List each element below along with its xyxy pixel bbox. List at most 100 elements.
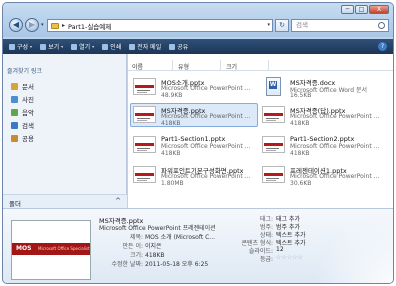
file-type: Microsoft Office PowerPoint ... [290, 143, 380, 150]
column-header-size[interactable]: 크기 [226, 62, 237, 71]
file-size: 418KB [290, 150, 310, 157]
search-icon[interactable] [378, 22, 385, 29]
nav-item-music[interactable]: 음악 [11, 107, 34, 117]
public-icon [11, 134, 18, 142]
folders-toggle[interactable]: 폴더 ^ [3, 194, 127, 208]
folder-icon [51, 22, 59, 29]
column-headers: 이름 유형 크기 [128, 60, 393, 71]
views-button[interactable]: 보기 ▾ [40, 42, 63, 51]
details-key: 수정한 날짜: [111, 261, 143, 268]
nav-item-label: 공용 [22, 135, 34, 143]
open-label: 열기 [79, 44, 91, 51]
back-button[interactable]: ◀ [9, 18, 23, 32]
open-button[interactable]: 열기 ▾ [71, 42, 94, 51]
folders-label: 폴더 [9, 200, 21, 208]
column-divider[interactable] [220, 60, 221, 71]
file-tile[interactable]: W MS자격증.docx Microsoft Office Word 문서 16… [259, 75, 387, 99]
file-tile[interactable]: Part1-Section1.pptx Microsoft Office Pow… [130, 133, 258, 157]
file-tile[interactable]: MS자격증(답).pptx Microsoft Office PowerPoin… [259, 103, 387, 127]
explorer-window: ─ □ X ◀ ▶ ▾ ▸ Part1-실습예제 ▾ ↻ 검색 구성 ▾ 보기 … [2, 2, 394, 284]
file-tile[interactable]: MOS소개.pptx Microsoft Office PowerPoint .… [130, 75, 258, 99]
breadcrumb-current-folder[interactable]: Part1-실습예제 [68, 21, 111, 31]
file-type: Microsoft Office PowerPoint ... [161, 85, 251, 92]
email-button[interactable]: 전자 메일 [129, 42, 161, 51]
details-title-field[interactable]: 제목: MOS 소개 (Microsoft C... [99, 232, 215, 241]
details-size-field: 크기: 418KB [99, 250, 165, 259]
share-label: 공유 [177, 44, 189, 51]
organize-button[interactable]: 구성 ▾ [9, 42, 32, 51]
nav-item-pictures[interactable]: 사진 [11, 94, 34, 104]
file-tile-selected[interactable]: MS자격증.pptx Microsoft Office PowerPoint .… [130, 103, 258, 127]
open-icon [71, 43, 78, 50]
organize-icon [9, 43, 15, 50]
chevron-up-icon: ^ [115, 197, 121, 205]
minimize-button[interactable]: ─ [341, 5, 354, 14]
pictures-icon [11, 95, 18, 103]
chevron-down-icon: ▾ [92, 44, 95, 49]
column-divider[interactable] [172, 60, 173, 71]
email-icon [129, 43, 136, 50]
word-document-icon: W [266, 77, 281, 96]
close-button[interactable]: X [369, 5, 389, 14]
email-label: 전자 메일 [137, 44, 162, 51]
chevron-down-icon: ▾ [61, 44, 64, 49]
preview-subtitle: Microsoft Office Specialist [38, 246, 90, 251]
details-slides-value: 12 [276, 246, 284, 253]
nav-item-searches[interactable]: 검색 [11, 120, 34, 130]
rating-stars-icon[interactable]: ☆☆☆☆☆ [276, 254, 303, 261]
maximize-button[interactable]: □ [355, 5, 368, 14]
organize-label: 구성 [17, 44, 29, 51]
file-size: 418KB [161, 150, 181, 157]
forward-button[interactable]: ▶ [25, 18, 39, 32]
print-icon [102, 43, 109, 50]
address-history-dropdown-icon[interactable]: ▾ [267, 22, 270, 28]
search-placeholder: 검색 [296, 21, 308, 29]
address-bar[interactable]: ▸ Part1-실습예제 ▾ [47, 19, 273, 32]
details-value: MOS 소개 (Microsoft C... [145, 234, 216, 241]
window-controls: ─ □ X [341, 5, 389, 14]
music-icon [11, 108, 18, 116]
column-header-type[interactable]: 유형 [178, 62, 189, 71]
file-size: 418KB [161, 120, 181, 127]
navigation-pane: 즐겨찾기 링크 문서 사진 음악 검색 공용 폴더 ^ [3, 54, 127, 208]
nav-item-label: 검색 [22, 122, 34, 130]
file-tile[interactable]: 프레젠테이션1.pptx Microsoft Office PowerPoint… [259, 163, 387, 187]
nav-item-documents[interactable]: 문서 [11, 81, 34, 91]
search-input[interactable]: 검색 [291, 19, 389, 32]
documents-icon [11, 82, 18, 90]
details-key: 제목: [129, 234, 143, 241]
file-tile[interactable]: Part1-Section2.pptx Microsoft Office Pow… [259, 133, 387, 157]
title-address-bar: ─ □ X ◀ ▶ ▾ ▸ Part1-실습예제 ▾ ↻ 검색 [3, 3, 393, 37]
print-label: 인쇄 [110, 44, 122, 51]
pptx-thumbnail-icon [262, 106, 285, 123]
pptx-thumbnail-icon [133, 136, 156, 153]
nav-item-label: 문서 [22, 83, 34, 91]
slide-preview: MOS Microsoft Office Specialist [11, 220, 91, 280]
details-value: 2011-05-18 오후 6:25 [145, 261, 209, 268]
column-divider[interactable] [268, 60, 269, 71]
print-button[interactable]: 인쇄 [102, 42, 121, 51]
details-pane: MOS Microsoft Office Specialist MS자격증.pp… [3, 208, 393, 283]
help-icon[interactable]: ? [378, 42, 387, 51]
file-list: 이름 유형 크기 MOS소개.pptx Microsoft Office Pow… [128, 54, 393, 208]
breadcrumb-separator-icon[interactable]: ▸ [62, 22, 65, 29]
file-tile[interactable]: 파워포인트기본구성화면.pptx Microsoft Office PowerP… [130, 163, 258, 187]
nav-item-public[interactable]: 공용 [11, 133, 34, 143]
file-size: 418KB [290, 120, 310, 127]
refresh-button[interactable]: ↻ [275, 19, 289, 32]
details-file-type: Microsoft Office PowerPoint 프레젠테이션 [99, 225, 216, 232]
views-label: 보기 [48, 44, 60, 51]
recent-pages-dropdown-icon[interactable]: ▾ [41, 22, 44, 28]
favorite-links-header: 즐겨찾기 링크 [7, 68, 43, 75]
details-rating-key: 등급: [259, 256, 273, 263]
file-size: 16.5KB [290, 92, 312, 99]
views-icon [40, 43, 47, 50]
share-button[interactable]: 공유 [169, 42, 188, 51]
file-type: Microsoft Office PowerPoint ... [290, 173, 380, 180]
file-name: Part1-Section1.pptx [161, 135, 226, 143]
details-author-field[interactable]: 만든 이: 이지은 [99, 241, 162, 250]
column-header-name[interactable]: 이름 [132, 62, 143, 71]
chevron-down-icon: ▾ [30, 44, 33, 49]
file-type: Microsoft Office PowerPoint ... [161, 143, 251, 150]
file-size: 30.6KB [290, 180, 312, 187]
